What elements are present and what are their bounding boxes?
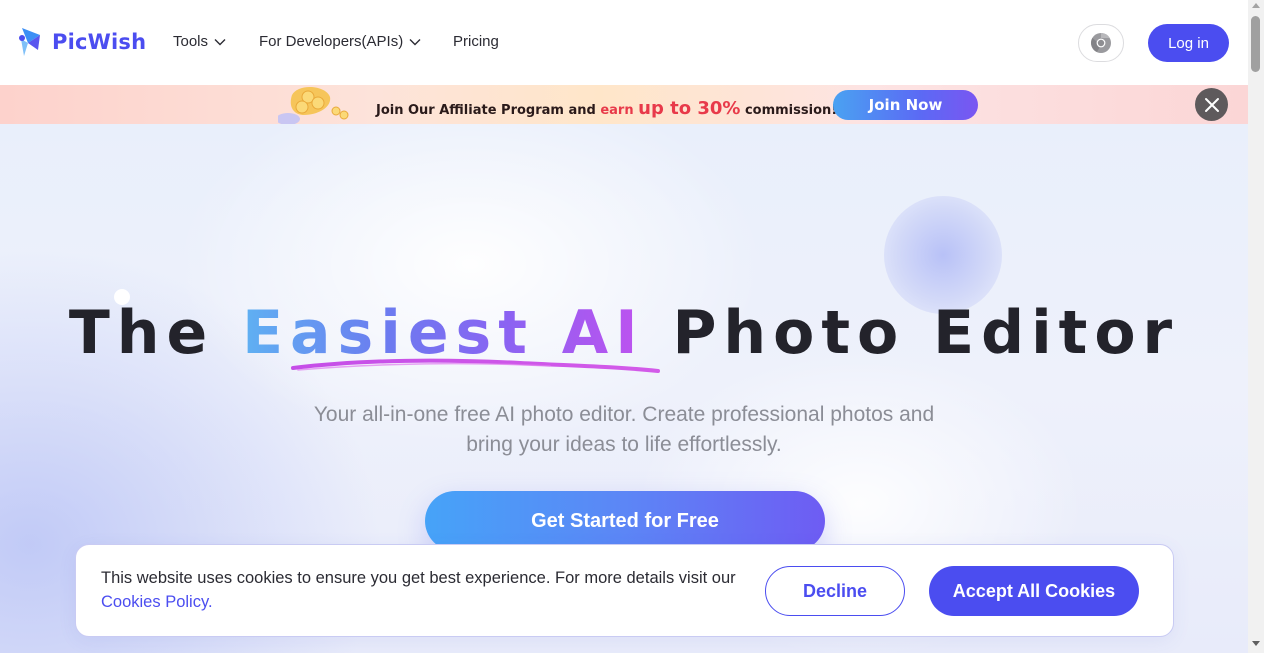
affiliate-earn-text: earn xyxy=(600,103,639,118)
cookie-message-text: This website uses cookies to ensure you … xyxy=(101,569,736,587)
affiliate-message: Join Our Affiliate Program and earn up t… xyxy=(376,98,837,119)
scroll-down-arrow-icon[interactable] xyxy=(1252,641,1260,646)
affiliate-banner: Join Our Affiliate Program and earn up t… xyxy=(0,85,1248,124)
get-started-button[interactable]: Get Started for Free xyxy=(425,491,825,551)
affiliate-percent-text: up to 30% xyxy=(638,98,741,119)
scroll-up-arrow-icon[interactable] xyxy=(1252,3,1260,8)
nav-item-label: Pricing xyxy=(453,33,499,50)
cookie-message: This website uses cookies to ensure you … xyxy=(101,566,761,614)
decorative-orb xyxy=(884,196,1002,314)
headline-text-before: The xyxy=(68,298,243,368)
cookie-consent-banner: This website uses cookies to ensure you … xyxy=(75,544,1174,637)
nav-item-tools[interactable]: Tools xyxy=(173,33,226,50)
cookies-policy-link[interactable]: Cookies Policy. xyxy=(101,593,213,611)
page: PicWish Tools For Developers(APIs) Prici… xyxy=(0,0,1264,653)
chrome-icon xyxy=(1091,32,1111,53)
subtitle-line-1: Your all-in-one free AI photo editor. Cr… xyxy=(313,403,935,426)
banner-close-button[interactable] xyxy=(1195,88,1228,121)
nav-item-developers[interactable]: For Developers(APIs) xyxy=(259,33,421,50)
chrome-extension-button[interactable] xyxy=(1078,24,1124,62)
scrollbar-thumb[interactable] xyxy=(1251,16,1260,72)
subtitle-line-2: bring your ideas to life effortlessly. xyxy=(466,433,782,456)
top-navigation: PicWish Tools For Developers(APIs) Prici… xyxy=(0,0,1248,85)
accept-all-cookies-button[interactable]: Accept All Cookies xyxy=(929,566,1139,616)
picwish-logo-icon xyxy=(19,28,40,56)
hero-subtitle: Your all-in-one free AI photo editor. Cr… xyxy=(274,400,974,460)
join-now-button[interactable]: Join Now xyxy=(833,90,978,120)
chevron-down-icon xyxy=(409,38,421,45)
close-icon xyxy=(1204,97,1219,112)
brand-name: PicWish xyxy=(52,30,147,54)
coins-illustration-icon xyxy=(278,86,349,124)
picwish-logo[interactable]: PicWish xyxy=(18,26,146,58)
headline-text-after: Photo Editor xyxy=(644,298,1180,368)
decline-cookies-button[interactable]: Decline xyxy=(765,566,905,616)
affiliate-join-text: Join Our Affiliate Program and xyxy=(376,103,601,118)
affiliate-tail-text: commission! xyxy=(740,103,838,118)
nav-item-label: For Developers(APIs) xyxy=(259,33,404,50)
login-button[interactable]: Log in xyxy=(1148,24,1229,62)
nav-item-pricing[interactable]: Pricing xyxy=(453,33,499,50)
nav-item-label: Tools xyxy=(173,33,209,50)
headline-underline-stroke xyxy=(291,358,660,373)
vertical-scrollbar[interactable] xyxy=(1248,0,1264,653)
chevron-down-icon xyxy=(214,38,226,45)
